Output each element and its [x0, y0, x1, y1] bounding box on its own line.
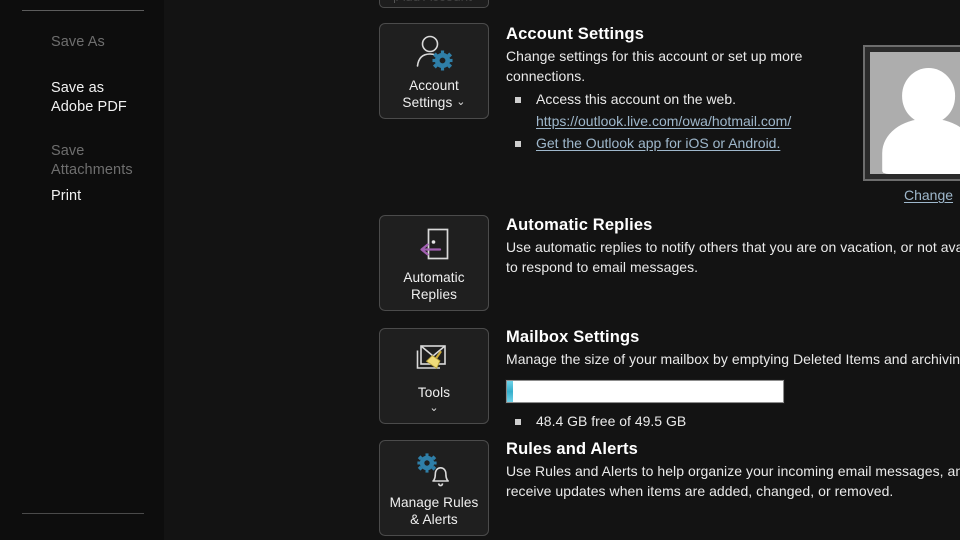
- manage-rules-label-line1: Manage Rules: [389, 495, 479, 510]
- account-settings-button-label: Account Settings ⌄: [402, 77, 465, 111]
- person-placeholder-icon: [870, 52, 960, 174]
- automatic-replies-label-line1: Automatic: [403, 270, 465, 285]
- manage-rules-alerts-button[interactable]: Manage Rules & Alerts: [379, 440, 489, 536]
- mailbox-tools-label-line1: Tools: [417, 385, 451, 400]
- mailbox-usage-bullets: 48.4 GB free of 49.5 GB: [506, 410, 960, 432]
- sidebar-item-print-label: Print: [51, 188, 82, 204]
- sidebar-item-save-as-adobe-pdf-label: Save as Adobe PDF: [51, 80, 127, 115]
- mailbox-free-space-text: 48.4 GB free of 49.5 GB: [536, 412, 687, 429]
- mailbox-settings-section: Mailbox Settings Manage the size of your…: [506, 328, 960, 432]
- door-arrow-left-icon: [411, 223, 457, 267]
- account-settings-label-line1: Account: [409, 78, 459, 93]
- account-information-pane: Add Account: [164, 0, 960, 540]
- mailbox-settings-title: Mailbox Settings: [506, 328, 640, 346]
- chevron-down-icon[interactable]: ⌄: [429, 402, 438, 414]
- manage-rules-alerts-button-label: Manage Rules & Alerts: [390, 494, 479, 528]
- rules-and-alerts-title: Rules and Alerts: [506, 440, 638, 458]
- rules-and-alerts-section: Rules and Alerts Use Rules and Alerts to…: [506, 440, 960, 501]
- sidebar-item-save-attachments: Save Attachments: [0, 139, 164, 183]
- avatar-frame: [863, 45, 960, 181]
- account-settings-title: Account Settings: [506, 25, 645, 43]
- person-gear-icon: [411, 31, 457, 75]
- backstage-sidebar: Save As Save as Adobe PDF Save Attachmen…: [0, 0, 164, 540]
- add-account-button[interactable]: Add Account: [379, 0, 489, 8]
- account-settings-bullets: Access this account on the web. https://…: [506, 88, 846, 154]
- change-photo-link[interactable]: Change: [904, 187, 953, 203]
- list-item: https://outlook.live.com/owa/hotmail.com…: [506, 110, 846, 132]
- sidebar-divider-top: [22, 10, 144, 11]
- manage-rules-label-line2: & Alerts: [410, 512, 458, 527]
- outlook-web-link[interactable]: https://outlook.live.com/owa/hotmail.com…: [536, 113, 791, 129]
- envelope-broom-icon: [411, 338, 457, 382]
- avatar-head-shape: [901, 67, 956, 124]
- sidebar-item-save-attachments-label: Save Attachments: [51, 143, 133, 178]
- sidebar-item-save-as: Save As: [0, 30, 164, 55]
- mailbox-tools-button[interactable]: Tools ⌄: [379, 328, 489, 424]
- automatic-replies-button-label: Automatic Replies: [403, 269, 464, 303]
- mailbox-usage-fill: [507, 380, 514, 402]
- mailbox-tools-button-label: Tools: [418, 384, 450, 401]
- list-item: Access this account on the web.: [506, 88, 846, 110]
- rules-and-alerts-description: Use Rules and Alerts to help organize yo…: [506, 463, 960, 499]
- account-settings-description: Change settings for this account or set …: [506, 48, 803, 84]
- sidebar-item-print[interactable]: Print: [0, 184, 164, 209]
- automatic-replies-title: Automatic Replies: [506, 216, 653, 234]
- chevron-down-icon[interactable]: ⌄: [456, 97, 465, 108]
- automatic-replies-label-line2: Replies: [410, 287, 458, 302]
- avatar-body-shape: [881, 119, 960, 174]
- outlook-mobile-app-link[interactable]: Get the Outlook app for iOS or Android.: [536, 135, 780, 151]
- account-photo-block: Change: [863, 45, 960, 205]
- automatic-replies-description: Use automatic replies to notify others t…: [506, 239, 960, 275]
- account-settings-button[interactable]: Account Settings ⌄: [379, 23, 489, 119]
- account-web-access-text: Access this account on the web.: [536, 91, 736, 107]
- list-item: Get the Outlook app for iOS or Android.: [506, 132, 846, 154]
- avatar-caption: Change: [863, 187, 960, 205]
- gear-bell-icon: [411, 448, 457, 492]
- add-account-label: Add Account: [380, 0, 488, 4]
- sidebar-item-save-as-adobe-pdf[interactable]: Save as Adobe PDF: [0, 76, 164, 120]
- automatic-replies-section: Automatic Replies Use automatic replies …: [506, 216, 960, 277]
- outlook-backstage-account-info: Save As Save as Adobe PDF Save Attachmen…: [0, 0, 960, 540]
- automatic-replies-button[interactable]: Automatic Replies: [379, 215, 489, 311]
- account-settings-label-line2: Settings: [402, 95, 453, 110]
- sidebar-divider-bottom: [22, 513, 144, 514]
- list-item: 48.4 GB free of 49.5 GB: [506, 410, 960, 432]
- account-settings-section: Account Settings Change settings for thi…: [506, 25, 846, 154]
- sidebar-item-save-as-label: Save As: [51, 34, 105, 50]
- mailbox-usage-progressbar: [506, 379, 784, 403]
- mailbox-settings-description: Manage the size of your mailbox by empty…: [506, 351, 960, 367]
